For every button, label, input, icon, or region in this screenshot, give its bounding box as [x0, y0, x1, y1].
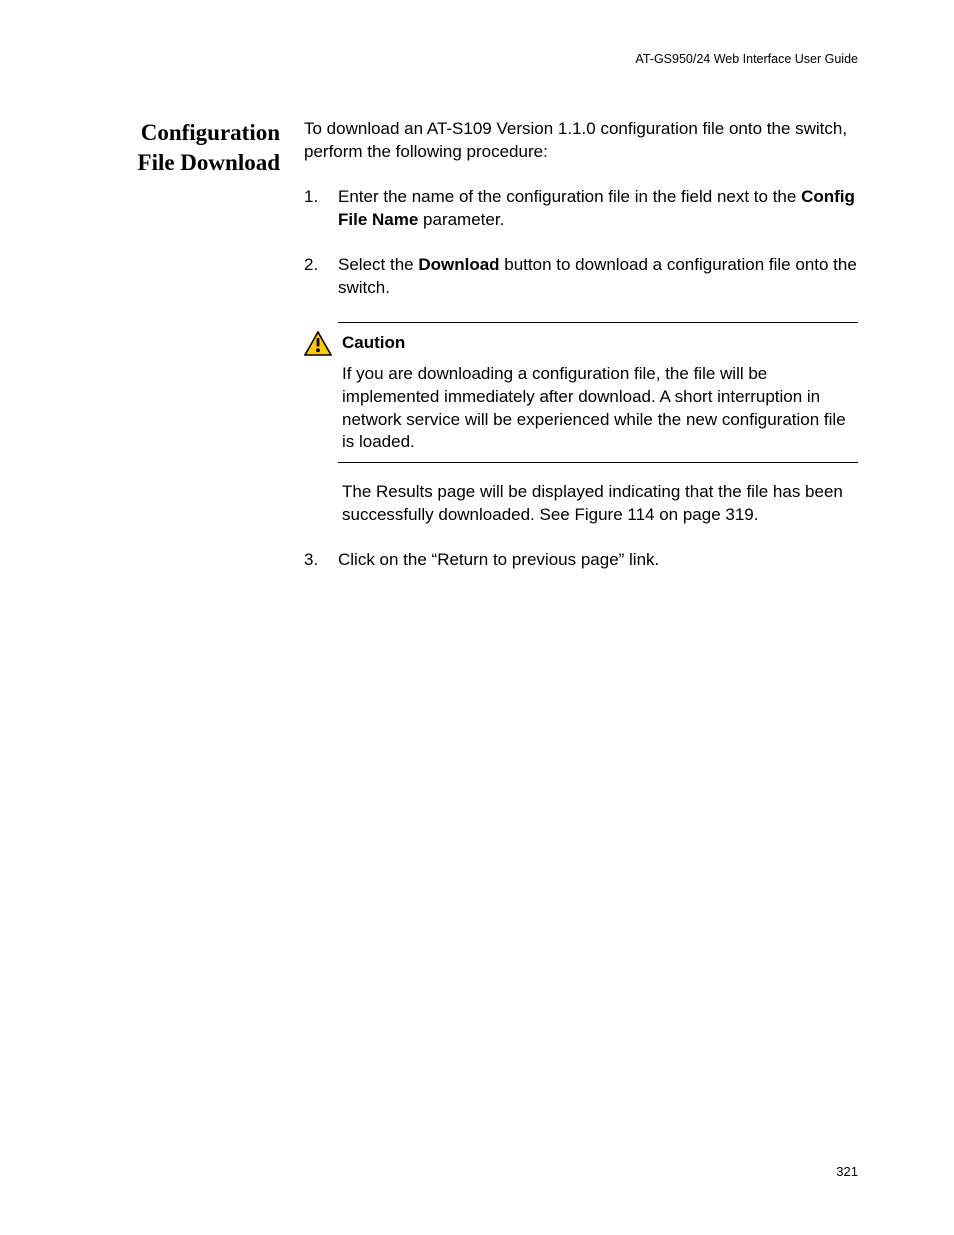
step-body: Enter the name of the configuration file…: [338, 186, 858, 232]
intro-paragraph: To download an AT-S109 Version 1.1.0 con…: [304, 118, 858, 164]
main-column: To download an AT-S109 Version 1.1.0 con…: [304, 118, 858, 594]
procedure-list: 1. Enter the name of the configuration f…: [304, 186, 858, 300]
caution-rule-top: [338, 322, 858, 323]
step-text: Click on the “Return to previous page” l…: [338, 550, 659, 569]
caution-rule-bottom: [338, 462, 858, 463]
step-1: 1. Enter the name of the configuration f…: [304, 186, 858, 232]
caution-body: If you are downloading a configuration f…: [342, 363, 858, 455]
step-bold-term: Download: [418, 255, 499, 274]
results-paragraph: The Results page will be displayed indic…: [342, 481, 858, 527]
content-row: Configuration File Download To download …: [110, 118, 858, 594]
caution-triangle-icon: [304, 331, 332, 357]
step-text: Select the: [338, 255, 418, 274]
page-container: AT-GS950/24 Web Interface User Guide Con…: [0, 0, 954, 1235]
running-head: AT-GS950/24 Web Interface User Guide: [110, 52, 858, 66]
step-3: 3. Click on the “Return to previous page…: [304, 549, 858, 572]
step-text-tail: parameter.: [418, 210, 504, 229]
page-number: 321: [836, 1164, 858, 1179]
section-heading-line1: Configuration: [141, 120, 280, 145]
section-heading-line2: File Download: [138, 150, 280, 175]
caution-header: Caution: [304, 331, 858, 357]
step-2: 2. Select the Download button to downloa…: [304, 254, 858, 300]
step-body: Click on the “Return to previous page” l…: [338, 549, 858, 572]
procedure-list-cont: 3. Click on the “Return to previous page…: [304, 549, 858, 572]
caution-block: Caution If you are downloading a configu…: [304, 322, 858, 528]
caution-label: Caution: [342, 332, 405, 355]
section-heading: Configuration File Download: [110, 118, 280, 594]
step-number: 3.: [304, 549, 338, 572]
step-body: Select the Download button to download a…: [338, 254, 858, 300]
step-number: 2.: [304, 254, 338, 300]
step-number: 1.: [304, 186, 338, 232]
step-text: Enter the name of the configuration file…: [338, 187, 801, 206]
